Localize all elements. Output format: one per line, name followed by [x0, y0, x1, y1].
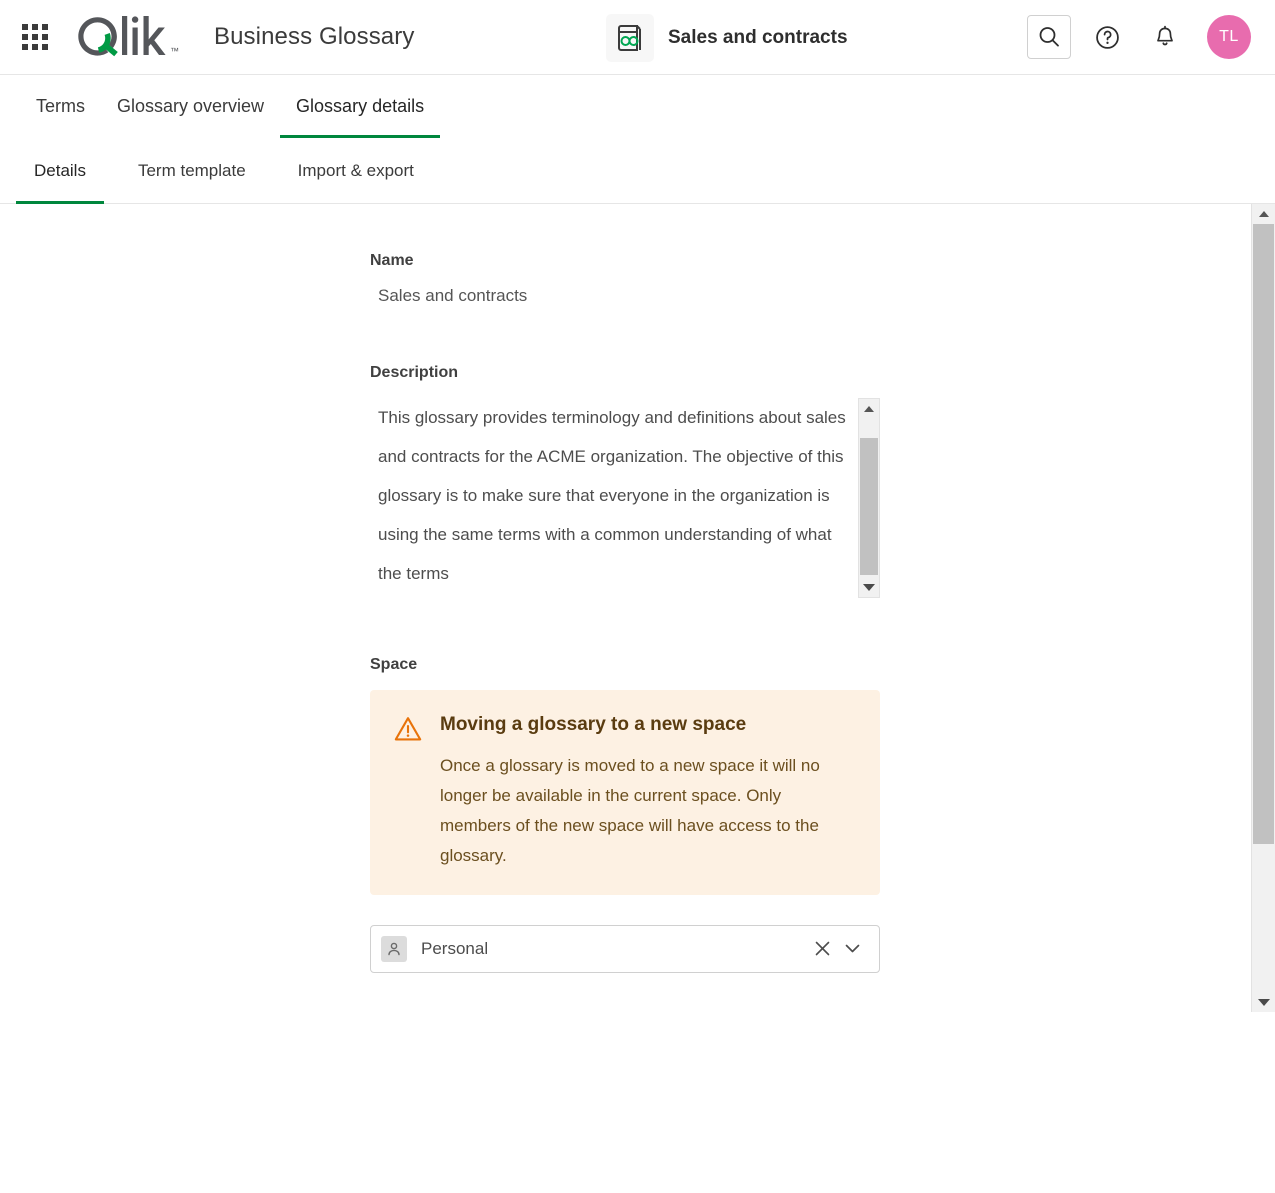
notifications-button[interactable] — [1143, 15, 1187, 59]
svg-text:™: ™ — [170, 46, 179, 56]
description-scroll-down-button[interactable] — [859, 578, 879, 597]
space-field-group: Space Moving a glossary to a new space O… — [370, 656, 1275, 973]
tab-details-label: Details — [34, 161, 86, 181]
warning-triangle-icon — [394, 712, 422, 871]
space-select-value: Personal — [421, 939, 807, 959]
avatar-initials: TL — [1219, 28, 1239, 46]
description-value: This glossary provides terminology and d… — [370, 398, 848, 593]
triangle-up-icon — [864, 406, 874, 412]
space-warning-alert: Moving a glossary to a new space Once a … — [370, 690, 880, 895]
search-icon — [1037, 25, 1061, 49]
glossary-chip-label: Sales and contracts — [668, 27, 848, 49]
glossary-book-icon — [606, 14, 654, 62]
search-button[interactable] — [1027, 15, 1071, 59]
tab-glossary-overview-label: Glossary overview — [117, 96, 264, 117]
page-scroll-thumb[interactable] — [1253, 224, 1274, 844]
tab-term-template-label: Term template — [138, 161, 246, 181]
description-label: Description — [370, 364, 1275, 382]
header-actions: TL — [1027, 15, 1251, 59]
glossary-chip[interactable]: Sales and contracts — [606, 14, 848, 62]
description-scroll-track[interactable] — [859, 418, 879, 578]
alert-text: Once a glossary is moved to a new space … — [440, 751, 856, 871]
alert-title: Moving a glossary to a new space — [440, 714, 856, 737]
tab-import-export[interactable]: Import & export — [280, 138, 432, 203]
tab-import-export-label: Import & export — [298, 161, 414, 181]
triangle-down-icon — [863, 584, 875, 591]
description-textarea[interactable]: This glossary provides terminology and d… — [370, 398, 880, 598]
person-icon — [381, 936, 407, 962]
description-scrollbar[interactable] — [858, 398, 880, 598]
tab-details[interactable]: Details — [16, 138, 104, 203]
tab-glossary-details-label: Glossary details — [296, 96, 424, 117]
space-select[interactable]: Personal — [370, 925, 880, 973]
tab-terms[interactable]: Terms — [20, 75, 101, 138]
clear-space-button[interactable] — [807, 940, 837, 957]
description-scroll-up-button[interactable] — [859, 399, 879, 418]
page-bottom-edge — [0, 1190, 1275, 1191]
details-panel: Name Sales and contracts Description Thi… — [0, 204, 1275, 1191]
triangle-up-icon — [1259, 211, 1269, 217]
secondary-tabs: Details Term template Import & export — [0, 138, 1275, 204]
space-dropdown-toggle[interactable] — [837, 939, 867, 958]
name-label: Name — [370, 252, 1275, 270]
triangle-down-icon — [1258, 999, 1270, 1006]
qlik-logo[interactable]: ™ — [74, 14, 186, 60]
chevron-down-icon — [843, 939, 862, 958]
avatar[interactable]: TL — [1207, 15, 1251, 59]
tab-terms-label: Terms — [36, 96, 85, 117]
page-title: Business Glossary — [214, 23, 414, 51]
name-field-group: Name Sales and contracts — [370, 252, 1275, 306]
primary-tabs: Terms Glossary overview Glossary details — [0, 75, 1275, 138]
tab-glossary-details[interactable]: Glossary details — [280, 75, 440, 138]
page-scrollbar[interactable] — [1251, 204, 1275, 1012]
name-value[interactable]: Sales and contracts — [370, 286, 1275, 306]
description-field-group: Description This glossary provides termi… — [370, 364, 1275, 598]
page-scroll-up-button[interactable] — [1252, 204, 1275, 224]
page-scroll-down-button[interactable] — [1252, 992, 1275, 1012]
tab-term-template[interactable]: Term template — [120, 138, 264, 203]
top-header: ™ Business Glossary Sales and contracts — [0, 0, 1275, 75]
bell-icon — [1153, 25, 1177, 49]
description-scroll-thumb[interactable] — [860, 438, 878, 575]
tab-glossary-overview[interactable]: Glossary overview — [101, 75, 280, 138]
app-grid-icon[interactable] — [18, 20, 52, 54]
page-scroll-track[interactable] — [1252, 224, 1275, 992]
space-label: Space — [370, 656, 1275, 674]
help-circle-icon — [1095, 25, 1120, 50]
close-icon — [814, 940, 831, 957]
help-button[interactable] — [1085, 15, 1129, 59]
